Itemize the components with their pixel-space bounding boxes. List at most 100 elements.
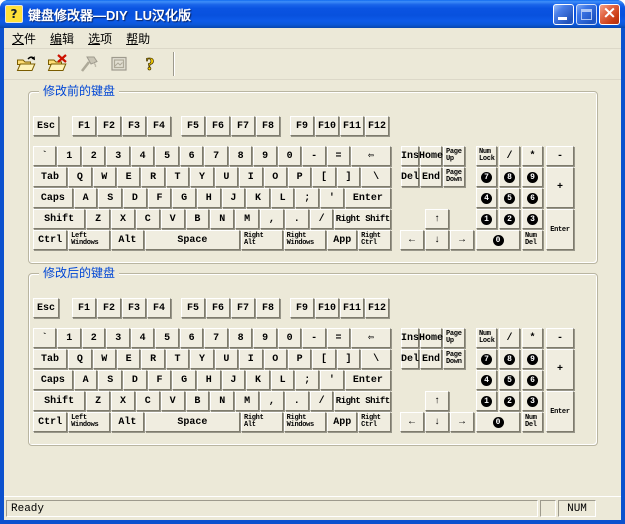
- key-9[interactable]: 9: [253, 328, 276, 348]
- key-backquote[interactable]: `: [33, 146, 56, 166]
- key-page-up[interactable]: PageUp: [443, 146, 465, 166]
- key-f5[interactable]: F5: [181, 298, 205, 318]
- key-w[interactable]: W: [93, 167, 116, 187]
- key-backslash[interactable]: \: [361, 349, 391, 369]
- key-backslash[interactable]: \: [361, 167, 391, 187]
- key-j[interactable]: J: [222, 370, 246, 390]
- key-3[interactable]: 3: [522, 391, 543, 411]
- key-l[interactable]: L: [271, 188, 295, 208]
- key-v[interactable]: V: [161, 209, 185, 229]
- key-semicolon[interactable]: ;: [295, 370, 319, 390]
- key-tab[interactable]: Tab: [33, 167, 67, 187]
- key-num-del[interactable]: NumDel: [522, 412, 543, 432]
- key-del[interactable]: Del: [401, 349, 419, 369]
- key-comma[interactable]: ,: [260, 209, 284, 229]
- key-tab[interactable]: Tab: [33, 349, 67, 369]
- key-4[interactable]: 4: [131, 146, 154, 166]
- key-0[interactable]: 0: [476, 230, 520, 250]
- key-slash[interactable]: /: [310, 209, 334, 229]
- key-7[interactable]: 7: [204, 146, 227, 166]
- key-f11[interactable]: F11: [340, 298, 364, 318]
- key-minus[interactable]: -: [546, 328, 574, 348]
- key-right-shift[interactable]: Right Shift: [334, 209, 391, 229]
- key-x[interactable]: X: [111, 209, 135, 229]
- key-caps[interactable]: Caps: [33, 370, 73, 390]
- key-h[interactable]: H: [197, 370, 221, 390]
- key-f8[interactable]: F8: [256, 298, 280, 318]
- key-home[interactable]: Home: [420, 328, 442, 348]
- key-right-windows[interactable]: RightWindows: [284, 230, 327, 250]
- key-j[interactable]: J: [222, 188, 246, 208]
- key-alt[interactable]: Alt: [111, 230, 144, 250]
- key-w[interactable]: W: [93, 349, 116, 369]
- key-comma[interactable]: ,: [260, 391, 284, 411]
- key-ins[interactable]: Ins: [401, 146, 419, 166]
- key-arrow-left[interactable]: ←: [400, 230, 424, 250]
- key-alt[interactable]: Alt: [111, 412, 144, 432]
- key-1[interactable]: 1: [57, 146, 80, 166]
- key-f12[interactable]: F12: [365, 116, 389, 136]
- key-plus[interactable]: +: [546, 349, 574, 390]
- key-f1[interactable]: F1: [72, 116, 96, 136]
- key-m[interactable]: M: [235, 391, 259, 411]
- key-x[interactable]: X: [111, 391, 135, 411]
- key-app[interactable]: App: [327, 412, 357, 432]
- key-slash[interactable]: /: [310, 391, 334, 411]
- key-right-shift[interactable]: Right Shift: [334, 391, 391, 411]
- key-equals[interactable]: =: [327, 146, 350, 166]
- key-f[interactable]: F: [148, 370, 172, 390]
- key-backspace[interactable]: ⇦: [351, 146, 391, 166]
- key-7[interactable]: 7: [476, 349, 497, 369]
- key-plus[interactable]: +: [546, 167, 574, 208]
- key-left-windows[interactable]: LeftWindows: [68, 412, 110, 432]
- key-7[interactable]: 7: [204, 328, 227, 348]
- key-6[interactable]: 6: [522, 188, 543, 208]
- minimize-button[interactable]: [553, 4, 574, 25]
- key-f10[interactable]: F10: [315, 298, 339, 318]
- key-a[interactable]: A: [74, 188, 98, 208]
- key-backspace[interactable]: ⇦: [351, 328, 391, 348]
- key-f12[interactable]: F12: [365, 298, 389, 318]
- key-enter[interactable]: Enter: [546, 391, 574, 432]
- key-bracket-right[interactable]: ]: [337, 167, 360, 187]
- key-a[interactable]: A: [74, 370, 98, 390]
- key-page-down[interactable]: PageDown: [443, 167, 465, 187]
- key-f6[interactable]: F6: [206, 298, 230, 318]
- key-num-del[interactable]: NumDel: [522, 230, 543, 250]
- key-f11[interactable]: F11: [340, 116, 364, 136]
- about-button[interactable]: ?: [136, 51, 163, 77]
- key-t[interactable]: T: [166, 349, 189, 369]
- key-2[interactable]: 2: [82, 146, 105, 166]
- key-g[interactable]: G: [172, 370, 196, 390]
- key-0[interactable]: 0: [476, 412, 520, 432]
- menu-file[interactable]: 文件: [5, 28, 43, 49]
- key-i[interactable]: I: [239, 167, 262, 187]
- key-5[interactable]: 5: [499, 188, 520, 208]
- key-m[interactable]: M: [235, 209, 259, 229]
- key-ctrl[interactable]: Ctrl: [33, 412, 67, 432]
- key-n[interactable]: N: [210, 391, 234, 411]
- key-app[interactable]: App: [327, 230, 357, 250]
- key-semicolon[interactable]: ;: [295, 188, 319, 208]
- key-num-lock[interactable]: NumLock: [476, 146, 497, 166]
- key-r[interactable]: R: [141, 167, 164, 187]
- key-3[interactable]: 3: [106, 146, 129, 166]
- key-home[interactable]: Home: [420, 146, 442, 166]
- key-period[interactable]: .: [285, 209, 309, 229]
- key-9[interactable]: 9: [253, 146, 276, 166]
- key-f7[interactable]: F7: [231, 298, 255, 318]
- key-arrow-left[interactable]: ←: [400, 412, 424, 432]
- key-1[interactable]: 1: [476, 209, 497, 229]
- key-e[interactable]: E: [117, 167, 140, 187]
- key-arrow-right[interactable]: →: [450, 412, 474, 432]
- key-f3[interactable]: F3: [122, 116, 146, 136]
- key-f9[interactable]: F9: [290, 298, 314, 318]
- key-k[interactable]: K: [246, 370, 270, 390]
- key-d[interactable]: D: [123, 370, 147, 390]
- key-bracket-left[interactable]: [: [312, 349, 335, 369]
- key-0[interactable]: 0: [278, 328, 301, 348]
- key-f[interactable]: F: [148, 188, 172, 208]
- key-2[interactable]: 2: [499, 391, 520, 411]
- key-t[interactable]: T: [166, 167, 189, 187]
- key-e[interactable]: E: [117, 349, 140, 369]
